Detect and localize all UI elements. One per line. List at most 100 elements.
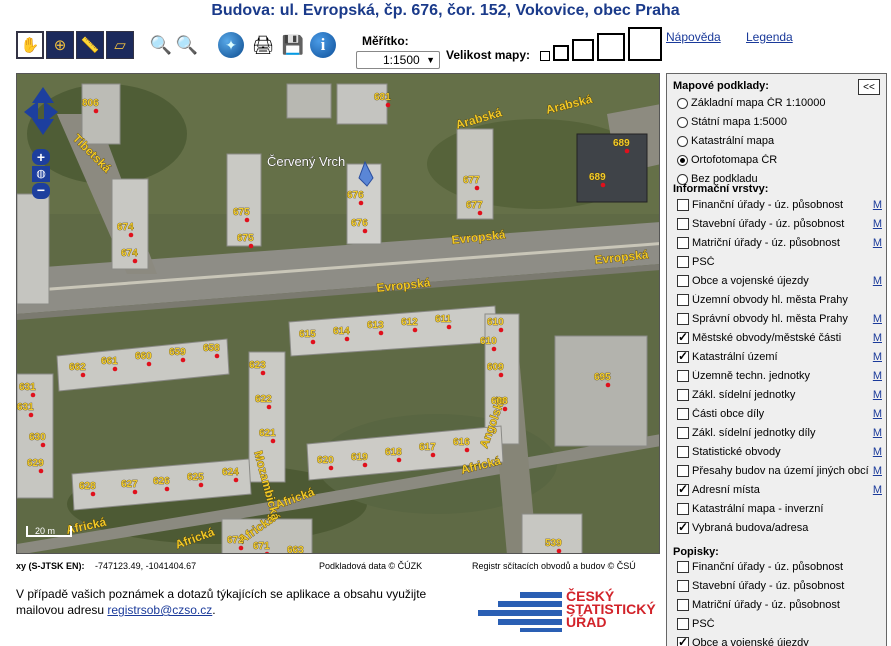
basemap-row[interactable]: Základní mapa ČR 1:10000 [677,94,882,112]
checkbox[interactable] [677,275,689,287]
metadata-link[interactable]: M [870,351,882,363]
checkbox[interactable] [677,294,689,306]
layer-row[interactable]: Statistické obvody M [677,443,882,461]
basemap-row[interactable]: Státní mapa 1:5000 [677,113,882,131]
save-button[interactable]: 💾 [280,32,306,58]
layer-row[interactable]: Části obce díly M [677,405,882,423]
checkbox[interactable] [677,389,689,401]
metadata-link[interactable]: M [870,484,882,496]
metadata-link[interactable]: M [870,237,882,249]
checkbox[interactable] [677,427,689,439]
checkbox[interactable] [677,256,689,268]
metadata-link[interactable]: M [870,218,882,230]
metadata-link[interactable]: M [870,313,882,325]
address-point [430,452,436,458]
address-number-label: 625 [187,472,204,483]
layer-row[interactable]: Finanční úřady - úz. působnost M [677,196,882,214]
map-view[interactable]: Červený Vrch Evropská Evropská Evropská Arab… [16,73,660,554]
radio-button[interactable] [677,154,688,166]
checkbox[interactable] [677,349,689,363]
print-button[interactable]: 🖨 [250,32,276,58]
checkbox[interactable] [677,446,689,458]
checkbox[interactable] [677,465,689,477]
layer-row[interactable]: Matriční úřady - úz. působnost M [677,234,882,252]
layer-row[interactable]: Městské obvody/městské části M [677,329,882,347]
checkbox[interactable] [677,237,689,249]
label-layer-row[interactable]: Finanční úřady - úz. působnost [677,558,882,576]
label-layer-row[interactable]: Matriční úřady - úz. působnost [677,596,882,614]
czso-logo[interactable]: ČESKÝ STATISTICKÝ ÚŘAD [478,589,678,636]
checkbox[interactable] [677,520,689,534]
contact-email-link[interactable]: registrsob@czso.cz [107,603,212,617]
checkbox[interactable] [677,561,689,573]
layer-row[interactable]: Přesahy budov na území jiných obcí M [677,462,882,480]
basemap-row[interactable]: Katastrální mapa [677,132,882,150]
basemap-row[interactable]: Ortofotomapa ČR [677,151,882,169]
checkbox[interactable] [677,370,689,382]
checkbox[interactable] [677,482,689,496]
address-point [446,324,452,330]
layer-row[interactable]: Katastrální mapa - inverzní [677,500,882,518]
layer-row[interactable]: Katastrální území M [677,348,882,366]
layer-row[interactable]: Vybraná budova/adresa [677,519,882,537]
zoom-box-tool[interactable]: ⊕ [46,31,74,59]
checkbox[interactable] [677,199,689,211]
metadata-link[interactable]: M [870,446,882,458]
map-size-m[interactable] [572,39,594,61]
metadata-link[interactable]: M [870,199,882,211]
label-layer-row[interactable]: Stavební úřady - úz. působnost [677,577,882,595]
zoom-out-map-button[interactable]: − [32,183,50,199]
label-layer-row[interactable]: Obce a vojenské újezdy [677,634,882,646]
label-layer-row[interactable]: PSČ [677,615,882,633]
legend-link[interactable]: Legenda [746,30,793,44]
info-icon[interactable]: i [310,32,336,58]
pan-down-button[interactable] [32,119,54,135]
help-link[interactable]: Nápověda [666,30,721,44]
zoom-out-button[interactable]: 🔍 [174,32,200,58]
metadata-link[interactable]: M [870,389,882,401]
metadata-link[interactable]: M [870,332,882,344]
zoom-in-button[interactable]: 🔍 [148,32,174,58]
layer-label: Vybraná budova/adresa [692,522,809,534]
metadata-link[interactable]: M [870,275,882,287]
layer-row[interactable]: Územní obvody hl. města Prahy [677,291,882,309]
checkbox[interactable] [677,408,689,420]
globe-map-icon[interactable]: ◍ [32,166,50,182]
layer-row[interactable]: Obce a vojenské újezdy M [677,272,882,290]
map-size-s[interactable] [553,45,569,61]
area-tool[interactable]: ▱ [106,31,134,59]
measure-tool[interactable]: 📏 [76,31,104,59]
checkbox[interactable] [677,635,689,646]
checkbox[interactable] [677,599,689,611]
collapse-panel-button[interactable]: << [858,79,880,95]
checkbox[interactable] [677,313,689,325]
checkbox[interactable] [677,503,689,515]
layer-row[interactable]: Stavební úřady - úz. působnost M [677,215,882,233]
globe-icon[interactable]: ✦ [218,32,244,58]
layer-row[interactable]: Územně techn. jednotky M [677,367,882,385]
radio-button[interactable] [677,135,688,147]
metadata-link[interactable]: M [870,408,882,420]
basemaps-heading: Mapové podklady: [673,80,769,92]
metadata-link[interactable]: M [870,465,882,477]
layer-row[interactable]: PSČ [677,253,882,271]
layer-row[interactable]: Zákl. sídelní jednotky M [677,386,882,404]
scale-select[interactable]: 1:1500 ▼ [356,51,440,69]
layer-row[interactable]: Správní obvody hl. města Prahy M [677,310,882,328]
map-size-xs[interactable] [540,51,550,61]
metadata-link[interactable]: M [870,370,882,382]
zoom-in-map-button[interactable]: + [32,149,50,165]
checkbox[interactable] [677,218,689,230]
checkbox[interactable] [677,618,689,630]
map-size-l[interactable] [597,33,625,61]
layer-row[interactable]: Zákl. sídelní jednotky díly M [677,424,882,442]
checkbox[interactable] [677,330,689,344]
layer-label: Katastrální mapa - inverzní [692,503,824,515]
checkbox[interactable] [677,580,689,592]
layer-row[interactable]: Adresní místa M [677,481,882,499]
radio-button[interactable] [677,97,688,109]
radio-button[interactable] [677,116,688,128]
metadata-link[interactable]: M [870,427,882,439]
map-size-xl[interactable] [628,27,662,61]
pan-hand-tool[interactable]: ✋ [16,31,44,59]
